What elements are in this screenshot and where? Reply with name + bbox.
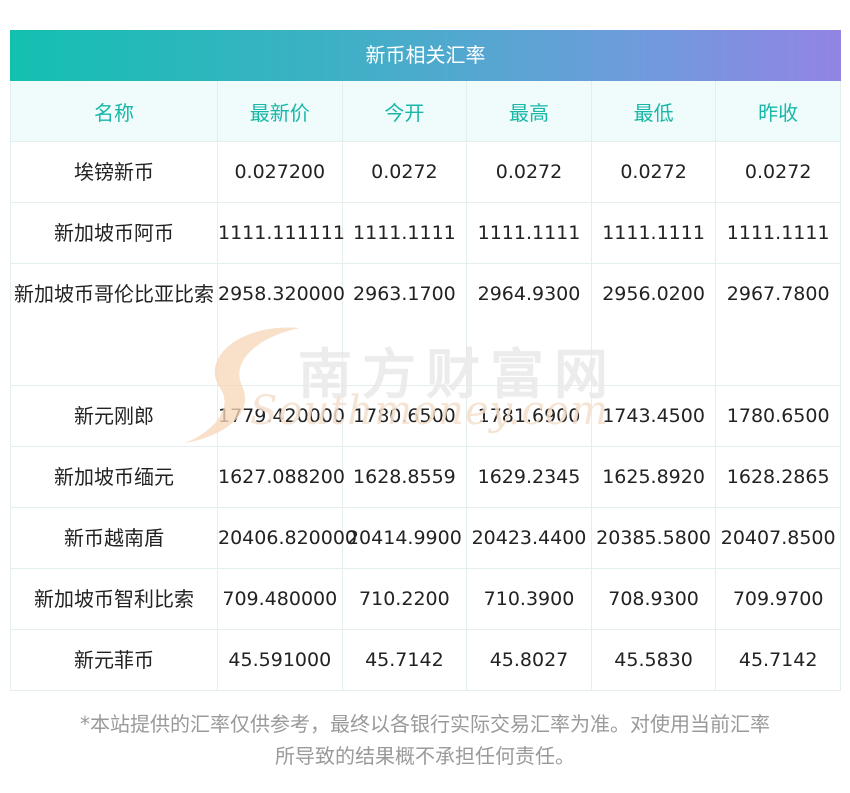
high-price-cell: 1781.6900 xyxy=(466,385,592,447)
high-price-cell: 20423.4400 xyxy=(466,507,592,569)
high-price-cell: 1111.1111 xyxy=(466,202,592,264)
table-row: 埃镑新币 0.027200 0.0272 0.0272 0.0272 0.0272 xyxy=(10,141,841,203)
table-row: 新加坡币缅元 1627.088200 1628.8559 1629.2345 1625.… xyxy=(10,446,841,508)
latest-price-cell: 1627.088200 xyxy=(217,446,345,508)
open-price-cell: 710.2200 xyxy=(341,568,468,630)
low-price-cell: 1111.1111 xyxy=(590,202,717,264)
latest-price-cell: 45.591000 xyxy=(217,629,343,691)
latest-price-cell: 20406.820000 xyxy=(217,507,357,569)
column-header-open: 今开 xyxy=(341,81,468,142)
high-price-cell: 45.8027 xyxy=(466,629,592,691)
column-header-high: 最高 xyxy=(466,81,592,142)
column-header-latest: 最新价 xyxy=(217,81,343,142)
table-row: 新加坡币哥伦比亚比索 2958.320000 2963.1700 2964.9300 2… xyxy=(10,263,841,386)
disclaimer-line-2: 所导致的结果概不承担任何责任。 xyxy=(275,744,575,768)
open-price-cell: 1628.8559 xyxy=(341,446,468,508)
prev-close-price-cell: 1111.1111 xyxy=(715,202,841,264)
table-row: 新元刚郎 1779.420000 1780.6500 1781.6900 1743.45… xyxy=(10,385,841,447)
open-price-cell: 1111.1111 xyxy=(341,202,468,264)
header-row: 名称 最新价 今开 最高 最低 昨收 xyxy=(10,81,841,142)
prev-close-price-cell: 1780.6500 xyxy=(715,385,841,447)
table-row: 新加坡币智利比索 709.480000 710.2200 710.3900 708.93… xyxy=(10,568,841,630)
low-price-cell: 0.0272 xyxy=(590,141,717,203)
latest-price-cell: 1111.111111 xyxy=(217,202,345,264)
prev-close-price-cell: 1628.2865 xyxy=(715,446,841,508)
high-price-cell: 1629.2345 xyxy=(466,446,592,508)
disclaimer-note: *本站提供的汇率仅供参考，最终以各银行实际交易汇率为准。对使用当前汇率 所导致的… xyxy=(0,708,850,772)
column-header-name: 名称 xyxy=(10,81,218,142)
prev-close-price-cell: 20407.8500 xyxy=(715,507,841,569)
currency-pair-name: 新币越南盾 xyxy=(10,507,218,569)
table-row: 新币越南盾 20406.820000 20414.9900 20423.4400 203… xyxy=(10,507,841,569)
exchange-rate-table: 新币相关汇率 名称 最新价 今开 最高 最低 昨收 埃镑新币 0.027200 0.… xyxy=(10,30,841,691)
high-price-cell: 0.0272 xyxy=(466,141,592,203)
prev-close-price-cell: 709.9700 xyxy=(715,568,841,630)
currency-pair-name: 新加坡币缅元 xyxy=(10,446,218,508)
low-price-cell: 20385.5800 xyxy=(590,507,717,569)
low-price-cell: 1625.8920 xyxy=(590,446,717,508)
open-price-cell: 2963.1700 xyxy=(341,263,468,386)
low-price-cell: 708.9300 xyxy=(590,568,717,630)
column-header-low: 最低 xyxy=(590,81,717,142)
high-price-cell: 710.3900 xyxy=(466,568,592,630)
low-price-cell: 1743.4500 xyxy=(590,385,717,447)
currency-pair-name: 新元菲币 xyxy=(10,629,218,691)
currency-pair-name: 新加坡币智利比索 xyxy=(10,568,218,630)
currency-pair-name: 新元刚郎 xyxy=(10,385,218,447)
currency-pair-name: 埃镑新币 xyxy=(10,141,218,203)
open-price-cell: 20414.9900 xyxy=(341,507,468,569)
latest-price-cell: 0.027200 xyxy=(217,141,343,203)
open-price-cell: 1780.6500 xyxy=(341,385,468,447)
currency-pair-name: 新加坡币阿币 xyxy=(10,202,218,264)
prev-close-price-cell: 45.7142 xyxy=(715,629,841,691)
currency-pair-name: 新加坡币哥伦比亚比索 xyxy=(10,263,218,386)
table-row: 新加坡币阿币 1111.111111 1111.1111 1111.1111 1111.… xyxy=(10,202,841,264)
latest-price-cell: 2958.320000 xyxy=(217,263,345,386)
latest-price-cell: 1779.420000 xyxy=(217,385,345,447)
low-price-cell: 2956.0200 xyxy=(590,263,717,386)
latest-price-cell: 709.480000 xyxy=(217,568,343,630)
disclaimer-line-1: *本站提供的汇率仅供参考，最终以各银行实际交易汇率为准。对使用当前汇率 xyxy=(80,712,770,736)
prev-close-price-cell: 2967.7800 xyxy=(715,263,841,386)
high-price-cell: 2964.9300 xyxy=(466,263,592,386)
prev-close-price-cell: 0.0272 xyxy=(715,141,841,203)
open-price-cell: 45.7142 xyxy=(341,629,468,691)
low-price-cell: 45.5830 xyxy=(590,629,717,691)
table-title: 新币相关汇率 xyxy=(10,30,841,81)
table-row: 新元菲币 45.591000 45.7142 45.8027 45.5830 45.714… xyxy=(10,629,841,691)
column-header-prev-close: 昨收 xyxy=(715,81,841,142)
open-price-cell: 0.0272 xyxy=(341,141,468,203)
